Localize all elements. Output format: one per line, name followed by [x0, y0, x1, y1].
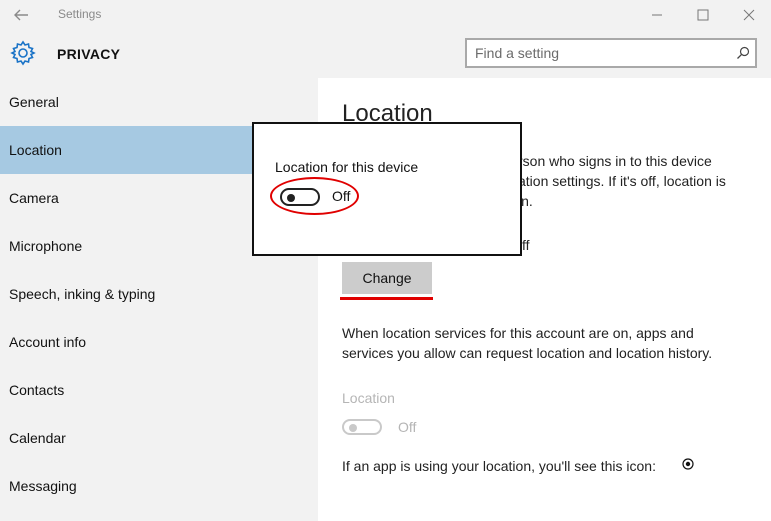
maximize-icon[interactable]	[692, 4, 714, 26]
location-toggle-state: Off	[398, 419, 417, 435]
change-button[interactable]: Change	[342, 262, 432, 294]
search-icon[interactable]	[735, 45, 751, 61]
sidebar-item-speech[interactable]: Speech, inking & typing	[0, 270, 318, 318]
search-box[interactable]	[465, 38, 757, 68]
location-indicator-icon	[682, 458, 694, 470]
title-bar: Settings	[0, 0, 771, 30]
device-location-description: rson who signs in to this device ation s…	[518, 153, 726, 209]
search-input[interactable]	[475, 44, 725, 62]
annotation-underline	[340, 297, 433, 300]
device-location-status: ff	[522, 237, 530, 253]
toggle-knob	[349, 424, 357, 432]
minimize-icon[interactable]	[646, 4, 668, 26]
sidebar-item-account-info[interactable]: Account info	[0, 318, 318, 366]
account-location-description: When location services for this account …	[342, 325, 713, 361]
popup-label: Location for this device	[275, 159, 419, 175]
sidebar-item-general[interactable]: General	[0, 78, 318, 126]
sidebar-item-messaging[interactable]: Messaging	[0, 462, 318, 510]
location-setting-label: Location	[342, 390, 395, 406]
section-title: PRIVACY	[57, 46, 121, 62]
location-toggle[interactable]	[342, 419, 382, 435]
annotation-ellipse	[270, 177, 359, 215]
sidebar-item-contacts[interactable]: Contacts	[0, 366, 318, 414]
window-title: Settings	[58, 7, 102, 21]
location-icon-note: If an app is using your location, you'll…	[342, 458, 656, 474]
sidebar-item-calendar[interactable]: Calendar	[0, 414, 318, 462]
gear-icon	[10, 40, 36, 66]
device-location-popup: Location for this device Off	[252, 122, 522, 256]
page-header: PRIVACY	[0, 30, 771, 78]
back-arrow-icon[interactable]	[12, 6, 30, 24]
close-icon[interactable]	[738, 4, 760, 26]
